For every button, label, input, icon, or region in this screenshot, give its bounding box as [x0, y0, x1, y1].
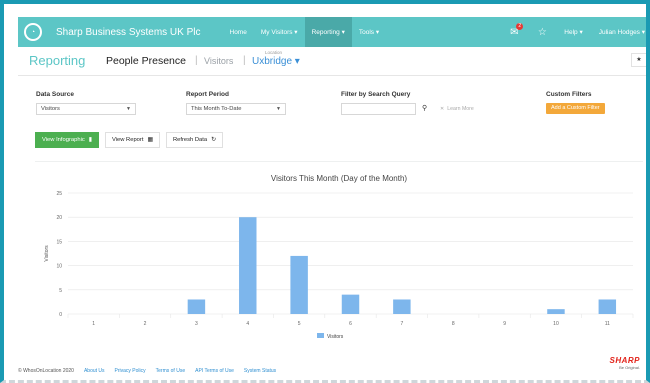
y-tick-label: 10: [56, 264, 62, 270]
y-tick-label: 20: [56, 215, 62, 221]
learn-more-text: Learn More: [447, 106, 474, 112]
copyright-text: © WhosOnLocation 2020: [18, 368, 74, 374]
help-menu[interactable]: Help ▾: [556, 28, 590, 36]
x-tick-label: 5: [298, 321, 301, 327]
bar-day-4: [239, 217, 257, 314]
nav-item-1[interactable]: My Visitors ▾: [254, 17, 305, 47]
app-frame: ◔ Sharp Business Systems UK Plc Home My V…: [0, 0, 650, 383]
footer-link[interactable]: About Us: [84, 368, 105, 374]
x-tick-label: 2: [144, 321, 147, 327]
report-period-select[interactable]: This Month To-Date ▼: [186, 103, 286, 115]
x-tick-label: 8: [452, 321, 455, 327]
location-label: Location: [265, 50, 283, 55]
footer-link[interactable]: Privacy Policy: [115, 368, 146, 374]
tab-separator: |: [195, 55, 198, 66]
chevron-down-icon: ▼: [276, 106, 281, 112]
action-buttons: View Infographic ▮ View Report ▦ Refresh D…: [35, 132, 223, 148]
sharp-brand: SHARP Be Original.: [609, 356, 640, 370]
tab-separator: |: [243, 55, 246, 66]
main-nav: Home My Visitors ▾ Reporting ▾ Tools ▾: [223, 17, 387, 47]
footer-link[interactable]: System Status: [244, 368, 276, 374]
location-selector[interactable]: Uxbridge ▾: [252, 56, 300, 67]
bar-day-3: [187, 299, 206, 314]
x-tick-label: 4: [246, 321, 249, 327]
user-menu[interactable]: Julian Hodges ▾: [591, 28, 646, 36]
view-infographic-button[interactable]: View Infographic ▮: [35, 132, 99, 148]
notifications-icon[interactable]: ✉ 2: [500, 22, 528, 38]
data-source-label: Data Source: [36, 91, 74, 98]
page-header: Reporting People Presence | Visitors | L…: [18, 47, 646, 76]
favorites-star-icon[interactable]: ☆: [528, 27, 556, 38]
custom-filters-label: Custom Filters: [546, 91, 592, 98]
footer-link[interactable]: API Terms of Use: [195, 368, 234, 374]
refresh-icon: ↻: [211, 137, 216, 143]
learn-more-link[interactable]: ✕ Learn More: [440, 106, 474, 112]
navbar-right: ✉ 2 ☆ Help ▾ Julian Hodges ▾: [500, 17, 646, 47]
sharp-logo: SHARP: [609, 356, 640, 365]
nav-item-0[interactable]: Home: [223, 17, 254, 47]
data-source-value: Visitors: [41, 106, 60, 112]
footer-link[interactable]: Terms of Use: [156, 368, 185, 374]
y-tick-label: 15: [56, 239, 62, 245]
bar-day-5: [290, 255, 308, 314]
bar-day-7: [393, 299, 411, 314]
data-source-select[interactable]: Visitors ▼: [36, 103, 136, 115]
search-label: Filter by Search Query: [341, 91, 411, 98]
bar-chart-icon: ▮: [88, 137, 92, 143]
y-tick-label: 25: [56, 191, 62, 197]
close-icon: ✕: [440, 106, 445, 112]
x-tick-label: 6: [349, 321, 352, 327]
chart-panel: Visitors This Month (Day of the Month) Vi…: [35, 161, 643, 350]
refresh-data-button[interactable]: Refresh Data ↻: [165, 132, 223, 148]
visitors-bar-chart: Visitors This Month (Day of the Month) Vi…: [44, 174, 634, 340]
view-infographic-label: View Infographic: [42, 137, 85, 143]
view-report-label: View Report: [111, 137, 144, 143]
nav-item-2[interactable]: Reporting ▾: [304, 17, 352, 47]
company-name: Sharp Business Systems UK Plc: [56, 26, 201, 38]
bookmark-star-button[interactable]: ★: [631, 53, 646, 67]
chart-title: Visitors This Month (Day of the Month): [271, 174, 408, 183]
top-navbar: ◔ Sharp Business Systems UK Plc Home My V…: [18, 17, 646, 47]
search-icon[interactable]: ⚲: [422, 104, 427, 112]
bar-day-11: [598, 299, 617, 314]
report-period-label: Report Period: [186, 91, 229, 98]
x-tick-label: 9: [503, 321, 506, 327]
notification-badge: 2: [516, 22, 524, 30]
chevron-down-icon: ▼: [126, 106, 131, 112]
legend-swatch: [317, 333, 324, 338]
nav-item-3[interactable]: Tools ▾: [352, 17, 386, 47]
y-axis-label: Visitors: [44, 245, 50, 262]
brand-tagline: Be Original.: [619, 365, 640, 370]
y-tick-label: 0: [59, 312, 62, 318]
refresh-data-label: Refresh Data: [172, 137, 208, 143]
filter-panel: Data Source Visitors ▼ Report Period This…: [28, 86, 643, 126]
x-tick-label: 1: [92, 321, 95, 327]
footer: © WhosOnLocation 2020 About Us Privacy Po…: [18, 366, 638, 376]
grid-icon: ▦: [147, 137, 153, 143]
y-tick-label: 5: [59, 288, 62, 294]
x-tick-label: 11: [605, 321, 610, 327]
tab-visitors[interactable]: Visitors: [204, 56, 233, 66]
report-period-value: This Month To-Date: [191, 106, 242, 112]
bar-day-6: [341, 294, 360, 314]
tab-people-presence[interactable]: People Presence: [106, 55, 186, 67]
x-tick-label: 10: [553, 321, 559, 327]
view-report-button[interactable]: View Report ▦: [104, 132, 160, 148]
search-input[interactable]: [341, 103, 416, 115]
bar-day-10: [547, 309, 565, 314]
app-logo-icon[interactable]: ◔: [24, 23, 42, 41]
page-title: Reporting: [29, 53, 86, 68]
legend-label: Visitors: [327, 334, 344, 340]
add-custom-filter-button[interactable]: Add a Custom Filter: [546, 103, 605, 114]
x-tick-label: 7: [400, 321, 403, 327]
x-tick-label: 3: [195, 321, 198, 327]
